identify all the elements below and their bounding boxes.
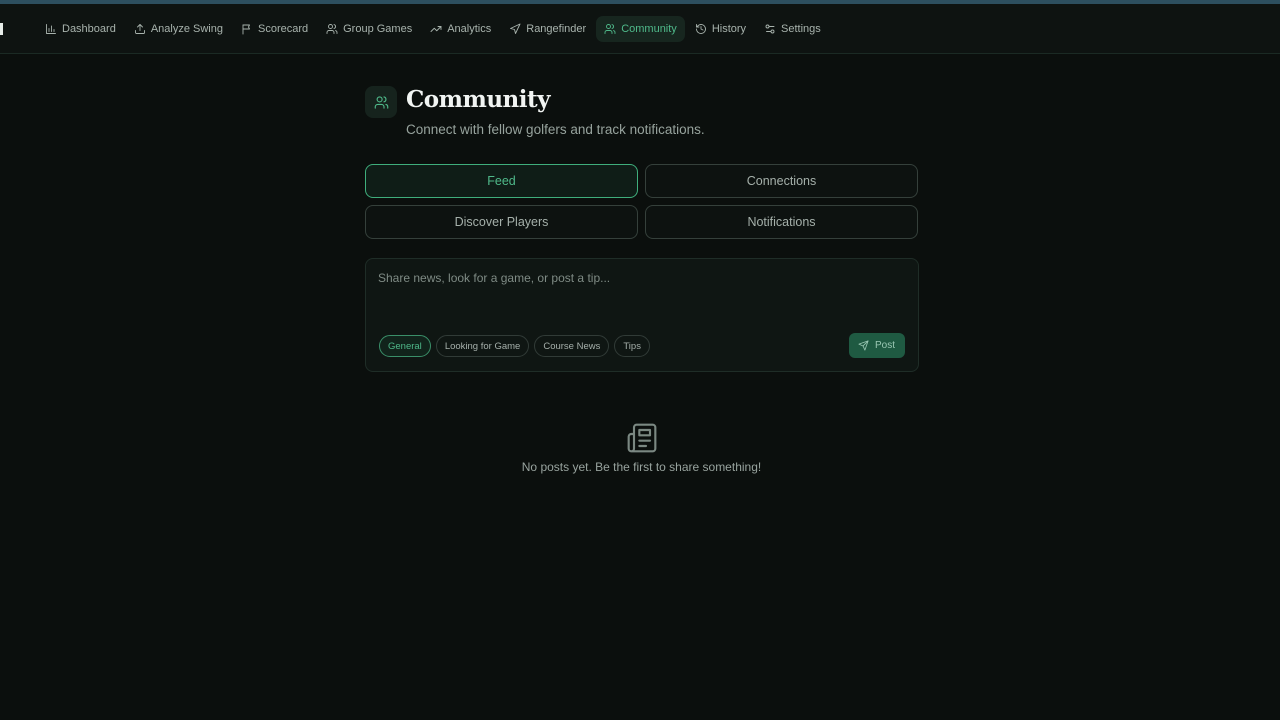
tab-notifications[interactable]: Notifications — [645, 205, 918, 239]
navigation-icon — [510, 23, 521, 34]
trending-up-icon — [430, 26, 442, 32]
users-icon — [374, 95, 388, 109]
category-chip-looking-for-game[interactable]: Looking for Game — [435, 335, 530, 357]
category-chip-tips[interactable]: Tips — [614, 335, 650, 357]
nav-item-community[interactable]: Community — [596, 16, 685, 42]
send-icon — [858, 340, 869, 351]
nav-item-label: Analytics — [447, 23, 492, 35]
nav-item-dashboard[interactable]: Dashboard — [37, 16, 124, 42]
nav-item-label: Dashboard — [62, 23, 116, 35]
nav-items: Dashboard Analyze Swing Scorecard Group … — [37, 16, 829, 42]
tab-discover-players[interactable]: Discover Players — [365, 205, 638, 239]
users-icon — [326, 24, 338, 34]
history-icon — [695, 24, 706, 34]
nav-item-analyze-swing[interactable]: Analyze Swing — [126, 16, 231, 42]
post-input[interactable] — [378, 271, 906, 321]
nav-item-label: Settings — [781, 23, 821, 35]
bar-chart-icon — [46, 24, 56, 34]
nav-item-rangefinder[interactable]: Rangefinder — [501, 16, 594, 42]
empty-state-message: No posts yet. Be the first to share some… — [521, 460, 762, 474]
tab-connections[interactable]: Connections — [645, 164, 918, 198]
nav-item-label: Analyze Swing — [150, 23, 223, 35]
category-chip-course-news[interactable]: Course News — [534, 335, 610, 357]
tab-feed[interactable]: Feed — [365, 164, 638, 198]
post-button-label: Post — [875, 340, 896, 351]
nav-item-scorecard[interactable]: Scorecard — [233, 16, 316, 42]
nav-item-label: Group Games — [343, 23, 413, 35]
category-chip-general[interactable]: General — [379, 335, 431, 357]
nav-item-analytics[interactable]: Analytics — [422, 16, 499, 42]
sliders-icon — [765, 24, 775, 34]
page-header-icon — [365, 86, 397, 118]
newspaper-icon — [626, 422, 658, 454]
users-icon — [604, 24, 616, 34]
nav-item-label: History — [711, 23, 747, 35]
category-chips: General Looking for Game Course News Tip… — [379, 335, 650, 357]
nav-item-history[interactable]: History — [687, 16, 754, 42]
nav-item-label: Community — [621, 23, 677, 35]
nav-item-label: Rangefinder — [526, 23, 587, 35]
post-composer: General Looking for Game Course News Tip… — [365, 258, 919, 372]
flag-icon — [242, 24, 250, 35]
upload-icon — [134, 24, 145, 34]
page-subtitle: Connect with fellow golfers and track no… — [406, 122, 705, 137]
logo[interactable] — [0, 23, 3, 35]
top-navbar: Dashboard Analyze Swing Scorecard Group … — [0, 4, 1280, 54]
page-title: Community — [406, 86, 551, 113]
nav-item-label: Scorecard — [257, 23, 309, 35]
nav-item-group-games[interactable]: Group Games — [318, 16, 420, 42]
post-button[interactable]: Post — [849, 333, 905, 358]
nav-item-settings[interactable]: Settings — [756, 16, 829, 42]
